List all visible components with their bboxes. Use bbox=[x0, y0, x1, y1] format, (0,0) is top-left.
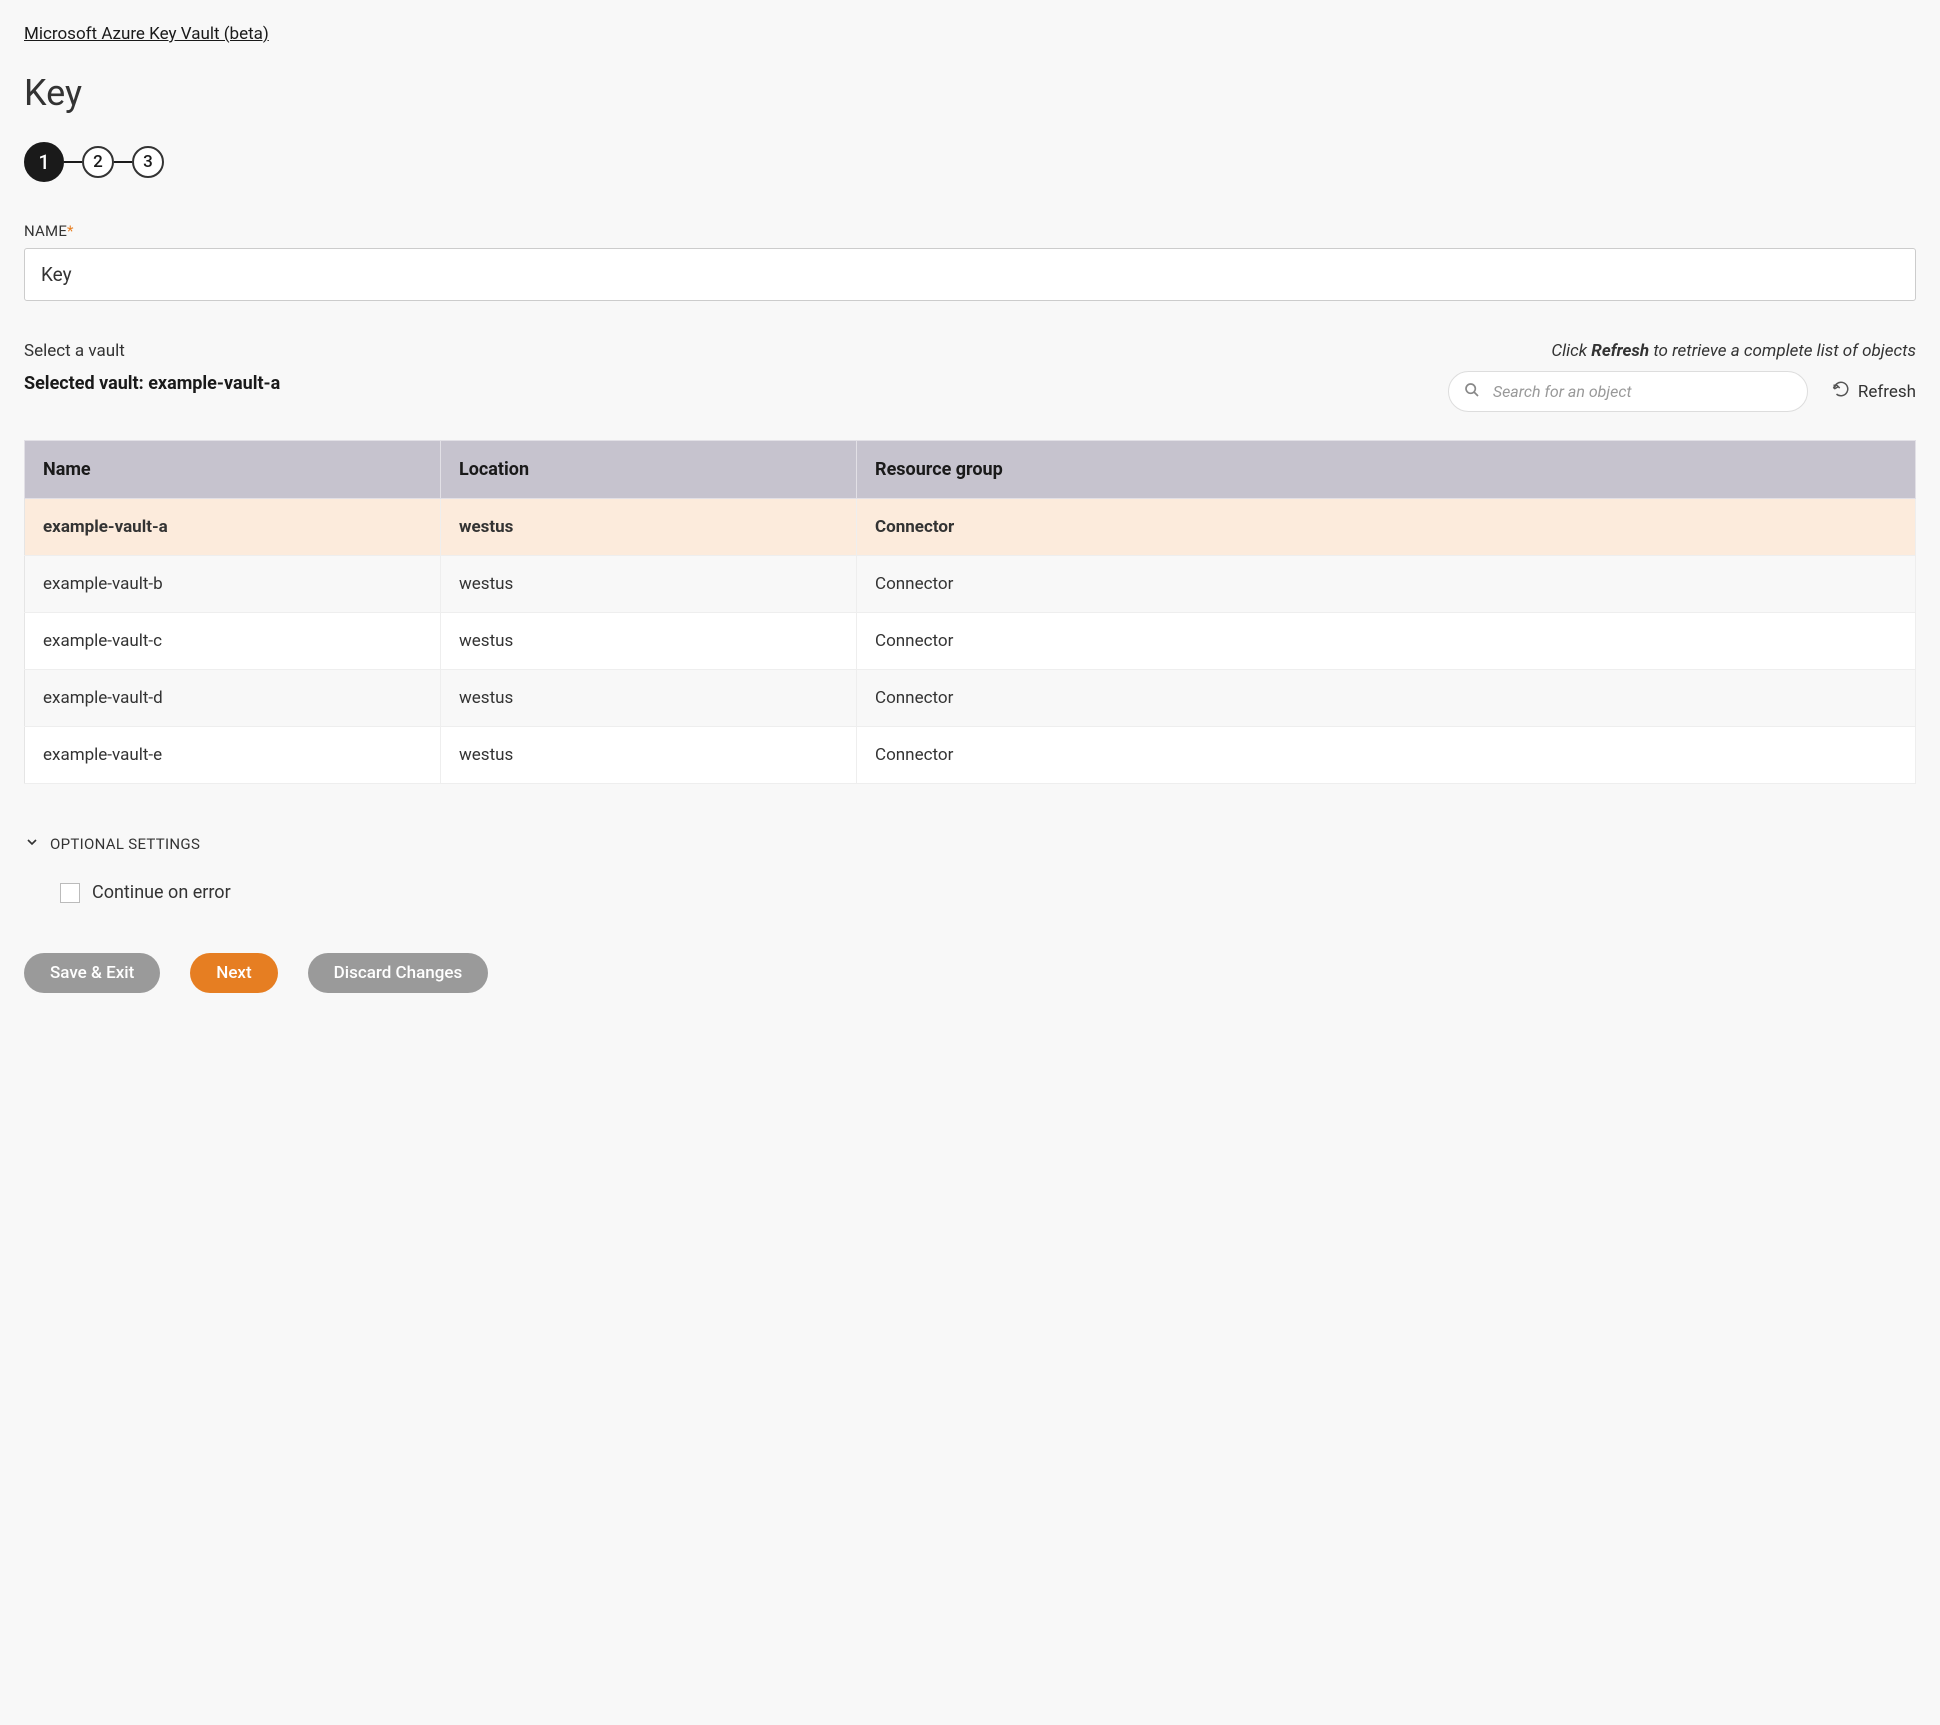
wizard-stepper: 1 2 3 bbox=[24, 142, 1916, 182]
next-button[interactable]: Next bbox=[190, 953, 277, 993]
vault-table: Name Location Resource group example-vau… bbox=[24, 440, 1916, 784]
cell-resource-group: Connector bbox=[857, 670, 1916, 727]
table-header-row: Name Location Resource group bbox=[25, 441, 1916, 499]
col-header-name[interactable]: Name bbox=[25, 441, 441, 499]
discard-button[interactable]: Discard Changes bbox=[308, 953, 489, 993]
search-box bbox=[1448, 371, 1808, 412]
cell-resource-group: Connector bbox=[857, 613, 1916, 670]
selected-vault-prefix: Selected vault: bbox=[24, 373, 148, 394]
name-label-text: NAME bbox=[24, 222, 67, 240]
cell-name: example-vault-b bbox=[25, 556, 441, 613]
col-header-location[interactable]: Location bbox=[441, 441, 857, 499]
cell-resource-group: Connector bbox=[857, 727, 1916, 784]
continue-on-error-checkbox[interactable] bbox=[60, 883, 80, 903]
table-row[interactable]: example-vault-dwestusConnector bbox=[25, 670, 1916, 727]
refresh-button[interactable]: Refresh bbox=[1832, 380, 1916, 403]
table-row[interactable]: example-vault-bwestusConnector bbox=[25, 556, 1916, 613]
cell-name: example-vault-d bbox=[25, 670, 441, 727]
col-header-resource-group[interactable]: Resource group bbox=[857, 441, 1916, 499]
cell-resource-group: Connector bbox=[857, 499, 1916, 556]
cell-name: example-vault-c bbox=[25, 613, 441, 670]
name-field-label: NAME* bbox=[24, 222, 1916, 240]
hint-bold: Refresh bbox=[1591, 341, 1649, 361]
table-row[interactable]: example-vault-ewestusConnector bbox=[25, 727, 1916, 784]
cell-location: westus bbox=[441, 727, 857, 784]
table-row[interactable]: example-vault-awestusConnector bbox=[25, 499, 1916, 556]
cell-location: westus bbox=[441, 613, 857, 670]
step-1[interactable]: 1 bbox=[24, 142, 64, 182]
hint-prefix: Click bbox=[1551, 341, 1591, 361]
cell-location: westus bbox=[441, 499, 857, 556]
search-input[interactable] bbox=[1448, 371, 1808, 412]
selected-vault-value: example-vault-a bbox=[148, 373, 280, 394]
step-connector bbox=[64, 161, 82, 163]
hint-suffix: to retrieve a complete list of objects bbox=[1649, 341, 1916, 361]
required-star-icon: * bbox=[67, 222, 74, 240]
table-row[interactable]: example-vault-cwestusConnector bbox=[25, 613, 1916, 670]
cell-name: example-vault-e bbox=[25, 727, 441, 784]
continue-on-error-label: Continue on error bbox=[92, 882, 231, 903]
name-input[interactable] bbox=[24, 248, 1916, 301]
select-vault-label: Select a vault bbox=[24, 341, 280, 361]
page-title: Key bbox=[24, 72, 1916, 114]
refresh-hint: Click Refresh to retrieve a complete lis… bbox=[1448, 341, 1916, 361]
optional-settings-toggle[interactable]: OPTIONAL SETTINGS bbox=[24, 834, 1916, 854]
cell-name: example-vault-a bbox=[25, 499, 441, 556]
step-3[interactable]: 3 bbox=[132, 146, 164, 178]
refresh-icon bbox=[1832, 380, 1850, 403]
optional-settings-label: OPTIONAL SETTINGS bbox=[50, 835, 200, 853]
save-exit-button[interactable]: Save & Exit bbox=[24, 953, 160, 993]
refresh-label: Refresh bbox=[1858, 382, 1916, 402]
breadcrumb-link[interactable]: Microsoft Azure Key Vault (beta) bbox=[24, 24, 269, 44]
selected-vault-text: Selected vault: example-vault-a bbox=[24, 373, 280, 394]
step-2[interactable]: 2 bbox=[82, 146, 114, 178]
cell-location: westus bbox=[441, 670, 857, 727]
cell-location: westus bbox=[441, 556, 857, 613]
cell-resource-group: Connector bbox=[857, 556, 1916, 613]
chevron-down-icon bbox=[24, 834, 40, 854]
step-connector bbox=[114, 161, 132, 163]
